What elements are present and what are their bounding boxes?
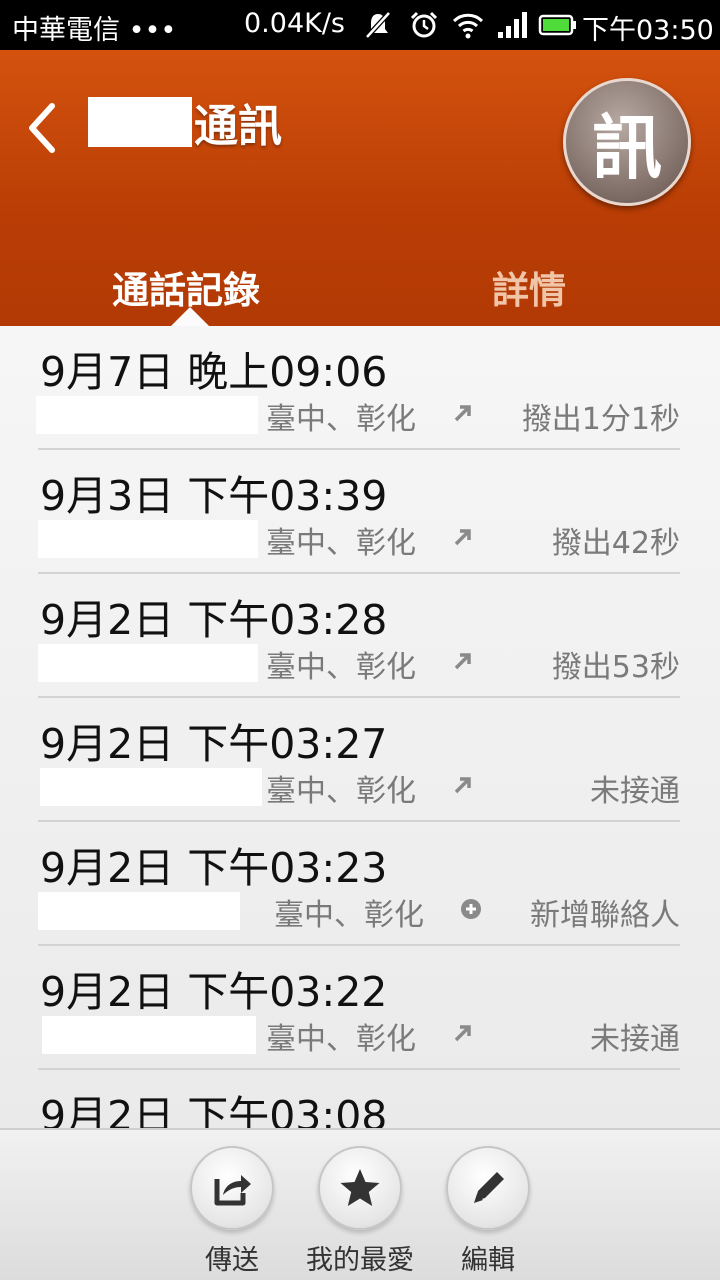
clock: 下午03:50 <box>582 15 714 46</box>
edit-label: 編輯 <box>461 1245 515 1276</box>
list-item[interactable]: 9月2日 下午03:22 臺中、彰化 未接通 <box>38 946 680 1070</box>
screen: 中華電信 ••• 0.04K/s 下午03:50 通訊 訊 通話記錄 詳情 9月… <box>0 0 720 1280</box>
network-speed: 0.04K/s <box>244 8 345 39</box>
back-button[interactable] <box>22 100 62 156</box>
edit-button[interactable] <box>446 1146 530 1230</box>
page-title: 通訊 <box>194 101 282 152</box>
phone-number-redacted <box>38 644 258 682</box>
contact-header: 通訊 訊 通話記錄 詳情 <box>0 50 720 326</box>
signal-icon <box>498 12 527 38</box>
call-region: 臺中、彰化 <box>266 526 416 561</box>
star-icon <box>340 1169 380 1206</box>
favorite-label: 我的最愛 <box>306 1245 414 1276</box>
call-log-list[interactable]: 9月7日 晚上09:06 臺中、彰化 撥出1分1秒 9月3日 下午03:39 臺… <box>0 326 720 1128</box>
call-status: 撥出53秒 <box>551 650 680 685</box>
tab-details[interactable]: 詳情 <box>492 260 566 314</box>
pencil-icon <box>474 1172 504 1203</box>
call-status: 未接通 <box>590 1022 680 1057</box>
phone-number-redacted <box>36 396 258 434</box>
phone-number-redacted <box>40 768 262 806</box>
call-region: 臺中、彰化 <box>274 898 424 933</box>
list-item[interactable]: 9月2日 下午03:27 臺中、彰化 未接通 <box>38 698 680 822</box>
mute-icon <box>365 11 391 39</box>
contact-name-redacted <box>88 97 192 147</box>
avatar[interactable]: 訊 <box>563 78 691 206</box>
outgoing-arrow-icon <box>454 405 471 422</box>
call-date: 9月2日 下午03:08 <box>40 1092 388 1128</box>
list-item[interactable]: 9月3日 下午03:39 臺中、彰化 撥出42秒 <box>38 450 680 574</box>
call-region: 臺中、彰化 <box>266 774 416 809</box>
call-region: 臺中、彰化 <box>266 1022 416 1057</box>
call-date: 9月2日 下午03:23 <box>40 844 388 892</box>
list-item[interactable]: 9月2日 下午03:28 臺中、彰化 撥出53秒 <box>38 574 680 698</box>
favorite-button[interactable] <box>318 1146 402 1230</box>
outgoing-arrow-icon <box>454 1025 471 1042</box>
alarm-icon <box>410 11 438 38</box>
carrier-label: 中華電信 ••• <box>12 15 177 46</box>
list-item[interactable]: 9月7日 晚上09:06 臺中、彰化 撥出1分1秒 <box>36 326 680 450</box>
tab-call-log[interactable]: 通話記錄 <box>112 260 260 314</box>
add-contact-icon[interactable] <box>460 898 482 920</box>
list-item[interactable]: 9月2日 下午03:23 臺中、彰化 新增聯絡人 <box>38 822 680 946</box>
share-icon <box>214 1175 251 1206</box>
active-tab-indicator <box>171 307 209 326</box>
call-status: 新增聯絡人 <box>530 898 680 933</box>
call-status: 撥出1分1秒 <box>521 402 680 437</box>
call-date: 9月2日 下午03:22 <box>40 968 388 1016</box>
status-bar: 中華電信 ••• 0.04K/s 下午03:50 <box>0 0 720 50</box>
phone-number-redacted <box>38 892 240 930</box>
call-region: 臺中、彰化 <box>266 650 416 685</box>
battery-icon <box>538 14 576 36</box>
list-item[interactable]: 9月2日 下午03:08 <box>38 1070 680 1128</box>
call-date: 9月3日 下午03:39 <box>40 472 388 520</box>
call-status: 未接通 <box>590 774 680 809</box>
call-region: 臺中、彰化 <box>266 402 416 437</box>
wifi-icon <box>452 13 484 39</box>
outgoing-arrow-icon <box>454 653 471 670</box>
phone-number-redacted <box>42 1016 256 1054</box>
call-status: 撥出42秒 <box>551 526 680 561</box>
call-date: 9月7日 晚上09:06 <box>40 348 388 396</box>
phone-number-redacted <box>38 520 258 558</box>
call-date: 9月2日 下午03:27 <box>40 720 388 768</box>
share-label: 傳送 <box>205 1245 259 1276</box>
outgoing-arrow-icon <box>454 529 471 546</box>
call-date: 9月2日 下午03:28 <box>40 596 388 644</box>
outgoing-arrow-icon <box>454 777 471 794</box>
share-button[interactable] <box>190 1146 274 1230</box>
bottom-action-bar: 傳送 我的最愛 編輯 <box>0 1128 720 1280</box>
